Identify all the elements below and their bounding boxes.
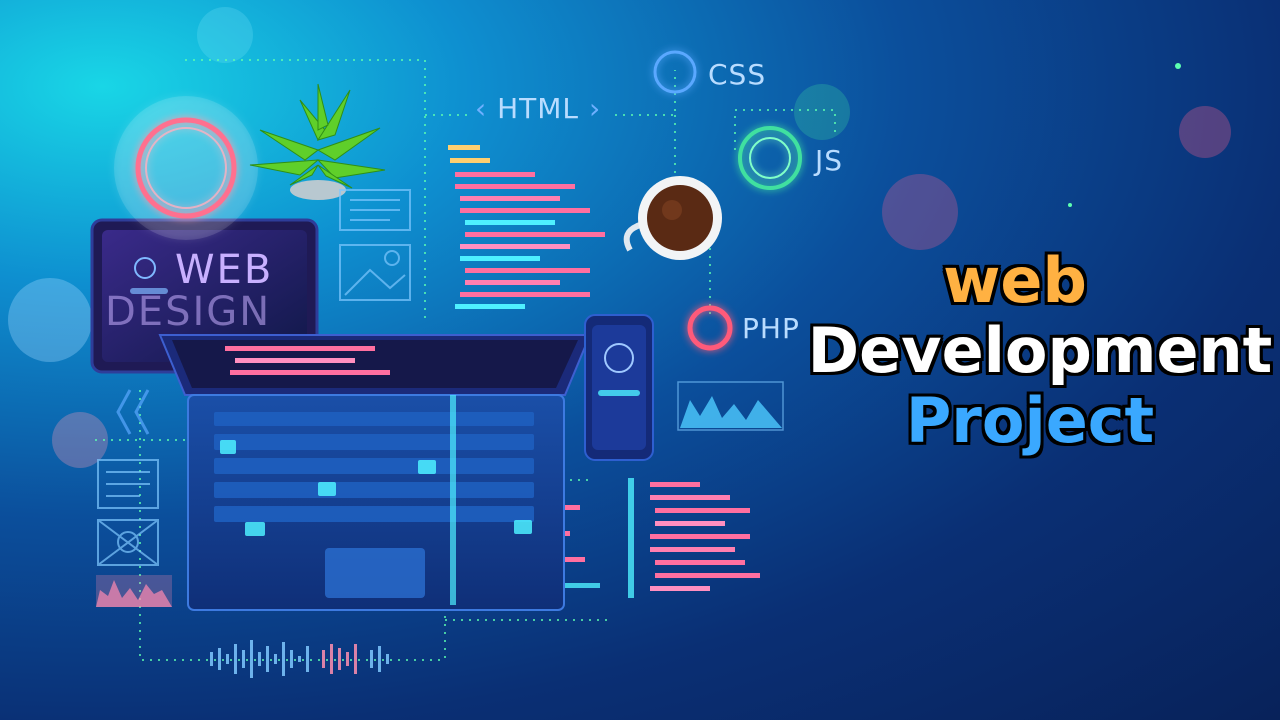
neon-ring <box>114 96 258 240</box>
web-screen-line: WEB <box>175 247 274 293</box>
js-ring <box>738 126 802 190</box>
phone-illustration <box>584 314 654 461</box>
bokeh-circle <box>882 174 958 250</box>
php-tag-label: PHP <box>742 312 800 345</box>
html-close-bracket: › <box>588 92 602 125</box>
html-tag-label: ‹ HTML › <box>475 92 601 125</box>
headline: web Development Project <box>800 250 1280 452</box>
audio-wave <box>210 640 389 678</box>
html-label: HTML <box>497 92 580 125</box>
headline-development: Development <box>807 314 1273 387</box>
bokeh-circle <box>8 278 92 362</box>
bokeh-circle <box>1175 63 1181 69</box>
bokeh-circle <box>197 7 253 63</box>
bokeh-circle <box>794 84 850 140</box>
headline-project: Project <box>905 384 1155 457</box>
design-screen-line: DESIGN <box>105 289 272 335</box>
bokeh-circle <box>1068 203 1072 207</box>
headline-web: web <box>943 244 1087 317</box>
coffee-cup-icon <box>623 176 722 260</box>
html-open-bracket: ‹ <box>475 92 488 125</box>
plant-icon <box>249 83 386 200</box>
laptop-illustration <box>158 334 592 611</box>
bokeh-circle <box>1179 106 1231 158</box>
web-design-screen-text: WEB DESIGN <box>105 247 274 332</box>
css-tag-label: CSS <box>708 58 767 91</box>
js-tag-label: JS <box>815 144 844 177</box>
